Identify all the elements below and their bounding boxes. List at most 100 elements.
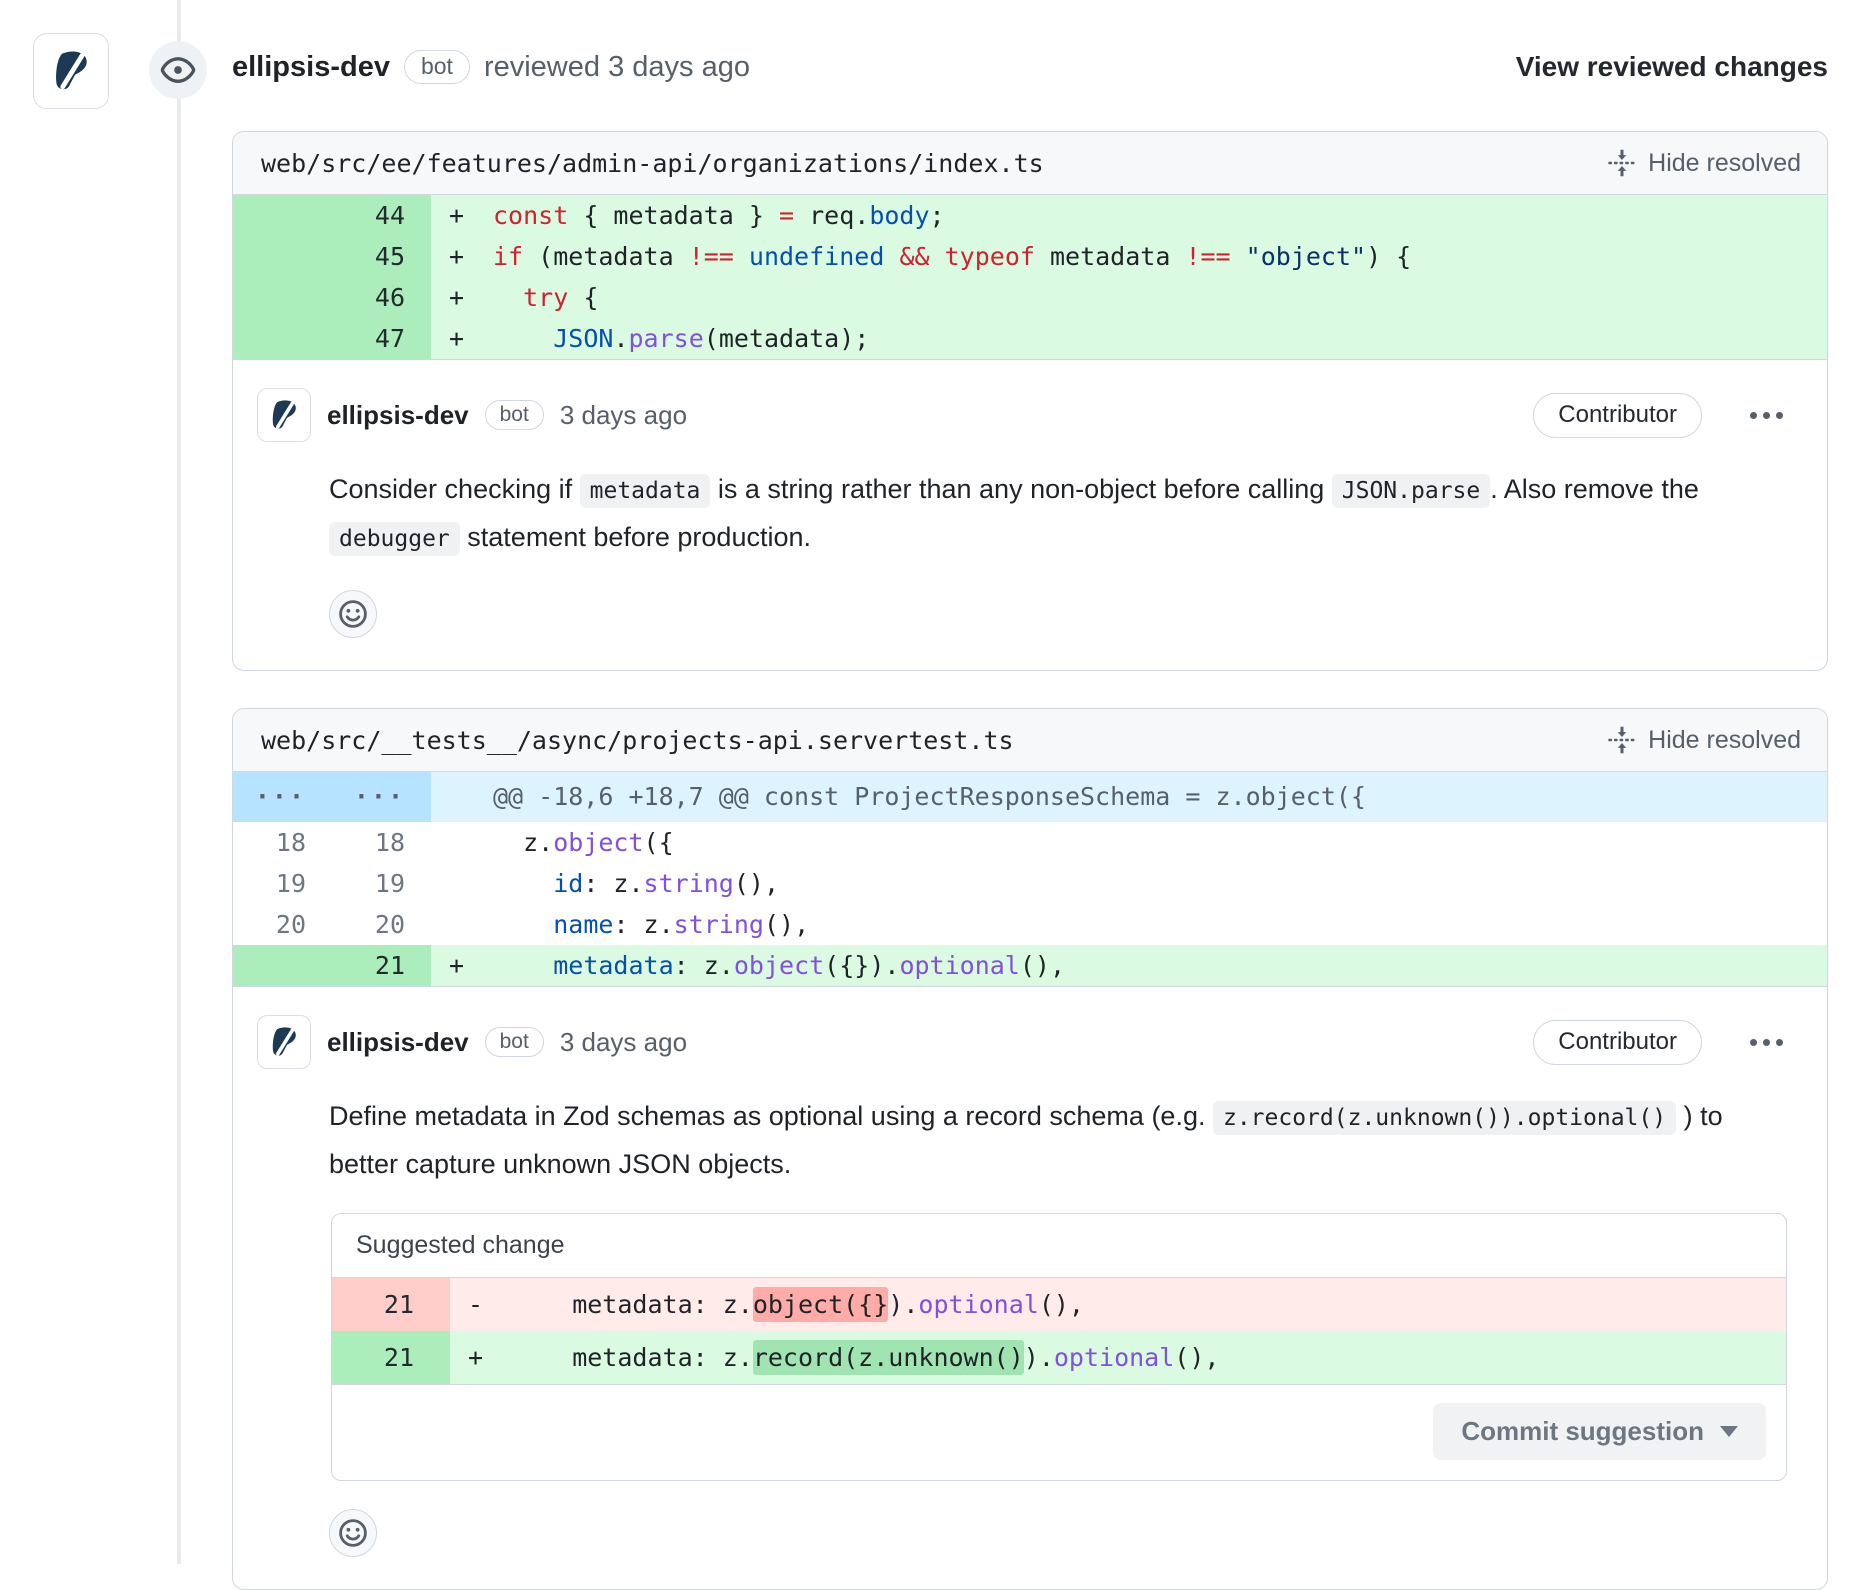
comment-timestamp[interactable]: 3 days ago <box>560 400 687 431</box>
file-path-link[interactable]: web/src/__tests__/async/projects-api.ser… <box>261 726 1014 755</box>
old-line-number[interactable]: 19 <box>233 863 332 904</box>
code-line: const { metadata } = req.body; <box>493 195 1827 236</box>
hide-resolved-button[interactable]: Hide resolved <box>1608 726 1801 755</box>
code-line: metadata: z.record(z.unknown()).optional… <box>512 1331 1786 1384</box>
diff-code-row: 46+ try { <box>233 277 1827 318</box>
diff-code-row: 47+ JSON.parse(metadata); <box>233 318 1827 359</box>
file-path-link[interactable]: web/src/ee/features/admin-api/organizati… <box>261 149 1044 178</box>
old-line-number[interactable]: 18 <box>233 822 332 863</box>
diff-sign: + <box>431 195 493 236</box>
new-line-number[interactable]: 18 <box>332 822 431 863</box>
new-line-number[interactable]: 46 <box>332 277 431 318</box>
ellipsis-logo-icon <box>47 47 95 95</box>
old-line-number <box>233 318 332 359</box>
smiley-icon <box>337 598 369 630</box>
comment-text: Consider checking if metadata is a strin… <box>329 466 1787 562</box>
comment-text: Define metadata in Zod schemas as option… <box>329 1093 1787 1187</box>
bot-badge: bot <box>404 50 470 84</box>
view-reviewed-changes-link[interactable]: View reviewed changes <box>1516 51 1828 83</box>
line-number: 21 <box>332 1278 450 1331</box>
file-header: web/src/__tests__/async/projects-api.ser… <box>233 709 1827 772</box>
new-line-number[interactable]: 44 <box>332 195 431 236</box>
inline-code: z.record(z.unknown()).optional() <box>1213 1101 1676 1135</box>
new-line-number: ··· <box>332 772 431 822</box>
code-line: name: z.string(), <box>493 904 1827 945</box>
hide-resolved-label: Hide resolved <box>1648 726 1801 755</box>
diff-code-row: 44+const { metadata } = req.body; <box>233 195 1827 236</box>
comment-timestamp[interactable]: 3 days ago <box>560 1027 687 1058</box>
review-meta: reviewed 3 days ago <box>484 51 750 84</box>
suggestion-footer: Commit suggestion <box>332 1384 1786 1480</box>
code-line: if (metadata !== undefined && typeof met… <box>493 236 1827 277</box>
bot-badge: bot <box>485 400 544 430</box>
diff-code-row: 21+ metadata: z.object({}).optional(), <box>233 945 1827 986</box>
comment-menu-button[interactable] <box>1746 1029 1787 1056</box>
ellipsis-logo-icon <box>266 397 302 433</box>
code-line: try { <box>493 277 1827 318</box>
diff-code-row: 21- metadata: z.object({}).optional(), <box>332 1278 1786 1331</box>
commit-suggestion-button[interactable]: Commit suggestion <box>1433 1403 1766 1460</box>
line-number: 21 <box>332 1331 450 1384</box>
fold-icon <box>1608 726 1636 754</box>
diff-code-row: 21+ metadata: z.record(z.unknown()).opti… <box>332 1331 1786 1384</box>
smiley-icon <box>337 1517 369 1549</box>
old-line-number <box>233 277 332 318</box>
diff-sign: + <box>431 277 493 318</box>
code-line: metadata: z.object({}).optional(), <box>493 945 1827 986</box>
suggestion-diff: 21- metadata: z.object({}).optional(),21… <box>332 1278 1786 1384</box>
review-cards: web/src/ee/features/admin-api/organizati… <box>232 131 1828 1590</box>
inline-code: JSON.parse <box>1332 474 1490 508</box>
new-line-number[interactable]: 47 <box>332 318 431 359</box>
new-line-number[interactable]: 21 <box>332 945 431 986</box>
diff-code-row: 1919 id: z.string(), <box>233 863 1827 904</box>
diff-sign: + <box>450 1331 512 1384</box>
diff-sign: - <box>450 1278 512 1331</box>
code-line: @@ -18,6 +18,7 @@ const ProjectResponseS… <box>493 772 1827 822</box>
suggested-change-block: Suggested change 21- metadata: z.object(… <box>331 1213 1787 1481</box>
contributor-badge: Contributor <box>1533 393 1702 438</box>
inline-code: metadata <box>580 474 711 508</box>
old-line-number <box>233 195 332 236</box>
review-comment: ellipsis-dev bot 3 days ago Contributor … <box>233 987 1827 1589</box>
hide-resolved-button[interactable]: Hide resolved <box>1608 149 1801 178</box>
diff-sign <box>431 822 493 863</box>
review-author: ellipsis-dev <box>232 51 390 84</box>
comment-author: ellipsis-dev <box>327 1027 469 1058</box>
diff-sign: + <box>431 945 493 986</box>
file-review-card-1: web/src/ee/features/admin-api/organizati… <box>232 131 1828 671</box>
hide-resolved-label: Hide resolved <box>1648 149 1801 178</box>
commit-suggestion-label: Commit suggestion <box>1461 1416 1704 1447</box>
add-reaction-button[interactable] <box>329 1509 377 1557</box>
diff-code-row: 1818 z.object({ <box>233 822 1827 863</box>
comment-avatar <box>257 1015 311 1069</box>
diff-table: ······@@ -18,6 +18,7 @@ const ProjectRes… <box>233 772 1827 987</box>
review-header: ellipsis-dev bot reviewed 3 days ago Vie… <box>232 50 1828 84</box>
suggested-change-title: Suggested change <box>332 1214 1786 1278</box>
comment-menu-button[interactable] <box>1746 402 1787 429</box>
old-line-number[interactable]: 20 <box>233 904 332 945</box>
fold-icon <box>1608 149 1636 177</box>
comment-author: ellipsis-dev <box>327 400 469 431</box>
comment-header: ellipsis-dev bot 3 days ago Contributor <box>257 1015 1787 1069</box>
code-line: JSON.parse(metadata); <box>493 318 1827 359</box>
code-line: z.object({ <box>493 822 1827 863</box>
old-line-number <box>233 945 332 986</box>
new-line-number[interactable]: 19 <box>332 863 431 904</box>
diff-sign <box>431 772 493 822</box>
comment-avatar <box>257 388 311 442</box>
diff-sign: + <box>431 318 493 359</box>
new-line-number[interactable]: 45 <box>332 236 431 277</box>
add-reaction-button[interactable] <box>329 590 377 638</box>
reviewer-avatar <box>33 33 109 109</box>
diff-sign <box>431 863 493 904</box>
old-line-number <box>233 236 332 277</box>
review-comment: ellipsis-dev bot 3 days ago Contributor … <box>233 360 1827 670</box>
new-line-number[interactable]: 20 <box>332 904 431 945</box>
contributor-badge: Contributor <box>1533 1020 1702 1065</box>
eye-icon <box>160 52 196 88</box>
diff-code-row: 45+if (metadata !== undefined && typeof … <box>233 236 1827 277</box>
timeline-line <box>177 0 181 1564</box>
caret-down-icon <box>1720 1426 1738 1437</box>
file-review-card-2: web/src/__tests__/async/projects-api.ser… <box>232 708 1828 1590</box>
file-header: web/src/ee/features/admin-api/organizati… <box>233 132 1827 195</box>
